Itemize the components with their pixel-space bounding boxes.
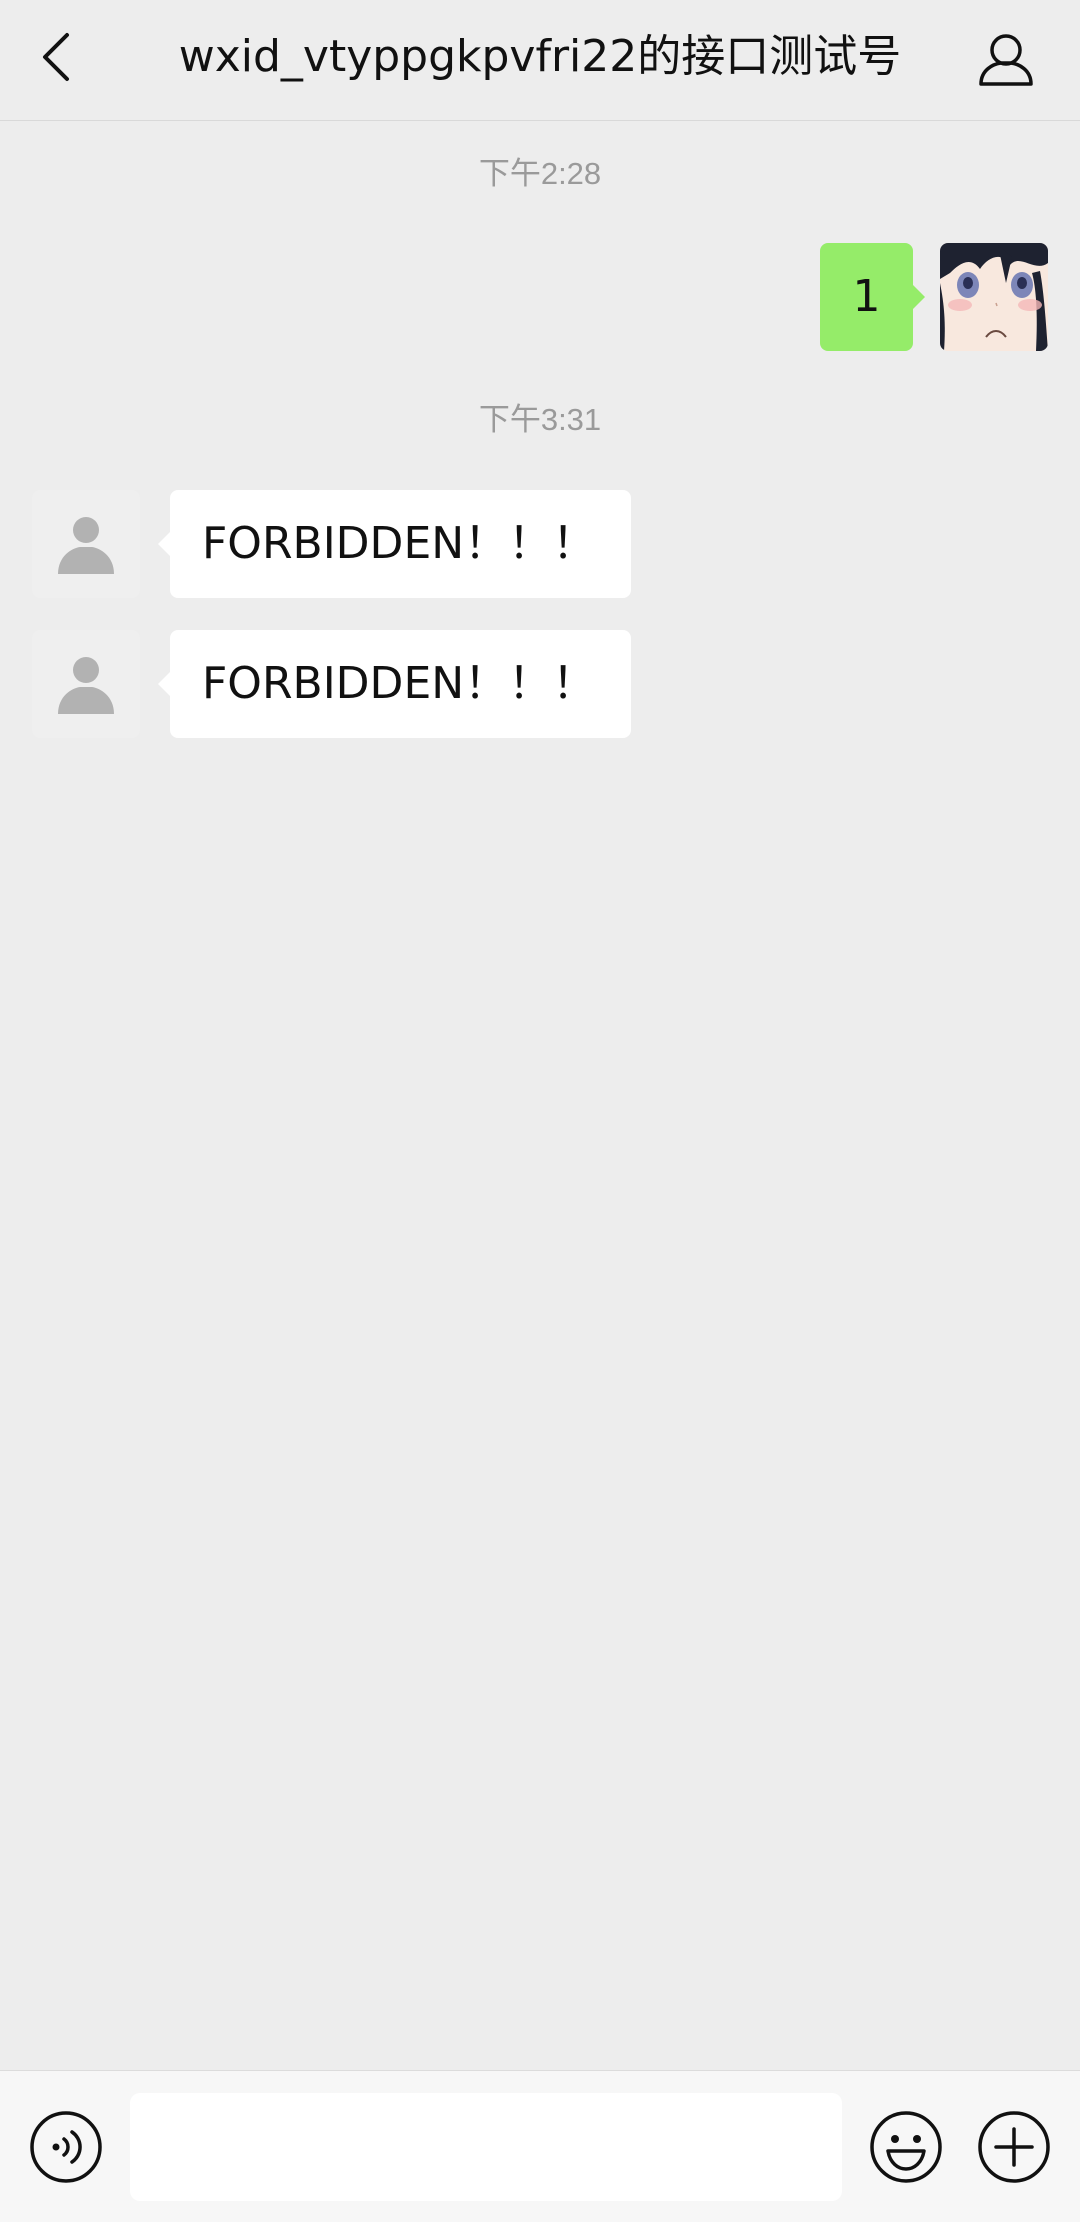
message-input-bar — [0, 2070, 1080, 2222]
received-message-bubble[interactable]: FORBIDDEN！！！ — [158, 630, 631, 738]
emoji-icon — [870, 2111, 942, 2183]
message-timestamp: 下午2:28 — [478, 156, 602, 191]
back-button[interactable] — [24, 20, 88, 94]
sent-message-bubble[interactable]: 1 — [820, 243, 925, 351]
chevron-left-icon — [43, 33, 69, 81]
received-message-bubble[interactable]: FORBIDDEN！！！ — [158, 490, 631, 598]
message-input[interactable] — [130, 2093, 842, 2201]
person-outline-icon — [979, 34, 1033, 86]
more-options-button[interactable] — [974, 2107, 1054, 2187]
default-user-icon — [58, 657, 114, 714]
my-avatar[interactable] — [940, 243, 1048, 351]
voice-input-button[interactable] — [26, 2107, 106, 2187]
contact-avatar[interactable] — [32, 630, 140, 738]
chat-title: wxid_vtyppgkpvfri22的接口测试号 — [178, 31, 902, 82]
chat-header: wxid_vtyppgkpvfri22的接口测试号 — [0, 0, 1080, 121]
anime-character-avatar-icon — [940, 243, 1048, 351]
voice-input-icon — [30, 2111, 102, 2183]
contact-avatar[interactable] — [32, 490, 140, 598]
chat-screen: wxid_vtyppgkpvfri22的接口测试号 下午2:28 1 下午3:3… — [0, 0, 1080, 2222]
chat-info-button[interactable] — [968, 22, 1044, 98]
message-timestamp: 下午3:31 — [478, 402, 602, 437]
emoji-button[interactable] — [866, 2107, 946, 2187]
default-user-icon — [58, 517, 114, 574]
plus-circle-icon — [978, 2111, 1050, 2183]
